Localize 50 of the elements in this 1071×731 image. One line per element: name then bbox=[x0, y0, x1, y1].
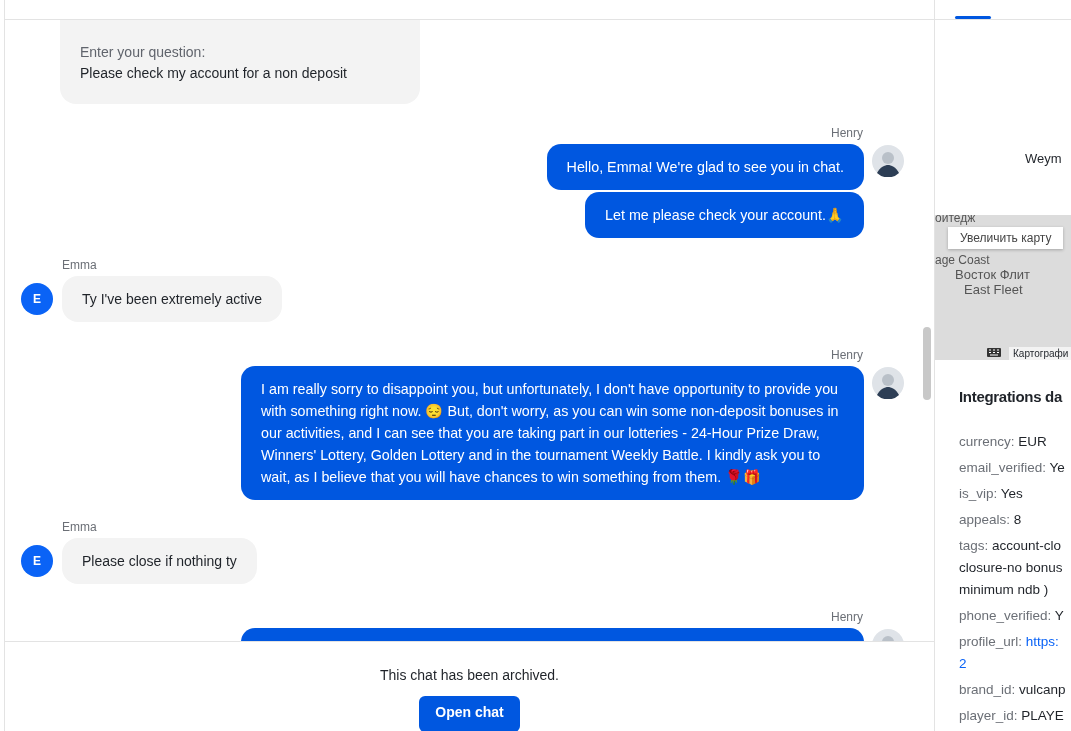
field-key: email_verified: bbox=[959, 460, 1047, 475]
section-title: Integrations da bbox=[959, 388, 1064, 405]
zoom-map-button[interactable]: Увеличить карту bbox=[948, 227, 1064, 249]
field-value: closure-no bonus bbox=[959, 560, 1063, 575]
field-key: profile_url: bbox=[959, 634, 1023, 649]
question-answer: Please check my account for a non deposit bbox=[80, 64, 348, 83]
user-avatar: E bbox=[21, 545, 53, 577]
map-label: оитедж bbox=[935, 215, 976, 225]
sender-name: Emma bbox=[62, 520, 98, 534]
field-key: player_id: bbox=[959, 708, 1018, 723]
agent-avatar bbox=[872, 145, 904, 177]
map-label: Weym bbox=[1025, 151, 1062, 166]
sender-name: Emma bbox=[62, 258, 98, 272]
field-value: vulcanp bbox=[1019, 682, 1066, 697]
sender-name: Henry bbox=[831, 610, 863, 624]
field-key: tags: bbox=[959, 538, 989, 553]
agent-message: I am really sorry to disappoint you, but unfortunately, I don't have opportunity to provide you with something right now. 😔 But, don't worry, as you can win some non-deposit bonuses in our activities, and I can see that you are taking part in our lotteries - 24-Hour Prize Draw, Winners' Lottery, Golden Lottery and in the tournament Weekly Battle. I kindly ask you to wait, as I believe that you will have chances to win something from them. 🌹🎁 bbox=[241, 366, 864, 500]
field-link[interactable]: https: bbox=[1025, 634, 1059, 649]
open-chat-button[interactable]: Open chat bbox=[419, 696, 520, 731]
field-value: EUR bbox=[1018, 434, 1047, 449]
field-key: phone_verified: bbox=[959, 608, 1052, 623]
question-label: Enter your question: bbox=[80, 43, 207, 62]
field-key: appeals: bbox=[959, 512, 1011, 527]
agent-avatar bbox=[872, 367, 904, 399]
map-label: age Coast bbox=[935, 253, 990, 267]
active-tab-indicator bbox=[955, 16, 991, 19]
sender-name: Henry bbox=[831, 126, 863, 140]
field-value: Ye bbox=[1049, 460, 1065, 475]
map-attribution: Картографи bbox=[1009, 347, 1071, 360]
field-value: 8 bbox=[1013, 512, 1022, 527]
field-value: PLAYE bbox=[1021, 708, 1064, 723]
user-message: Please close if nothing ty bbox=[62, 538, 257, 584]
sender-name: Henry bbox=[831, 348, 863, 362]
field-value: Yes bbox=[1000, 486, 1023, 501]
field-key: is_vip: bbox=[959, 486, 998, 501]
field-value: minimum ndb ) bbox=[959, 582, 1049, 597]
agent-message: Hello, Emma! We're glad to see you in chat. bbox=[546, 144, 864, 190]
field-value: account-clo bbox=[992, 538, 1062, 553]
user-avatar: E bbox=[21, 283, 53, 315]
field-value: Y bbox=[1054, 608, 1064, 623]
keyboard-icon[interactable] bbox=[987, 348, 1001, 357]
agent-message: Let me please check your account.🙏 bbox=[585, 192, 864, 238]
map-label: East Fleet bbox=[964, 283, 1023, 297]
field-key: currency: bbox=[959, 434, 1015, 449]
user-message: Ty I've been extremely active bbox=[62, 276, 283, 322]
field-link[interactable]: 2 bbox=[959, 656, 967, 671]
archived-notice: This chat has been archived. bbox=[380, 666, 559, 684]
map-label: Восток Флит bbox=[955, 268, 1030, 282]
scrollbar-thumb[interactable] bbox=[923, 327, 931, 400]
field-key: brand_id: bbox=[959, 682, 1016, 697]
